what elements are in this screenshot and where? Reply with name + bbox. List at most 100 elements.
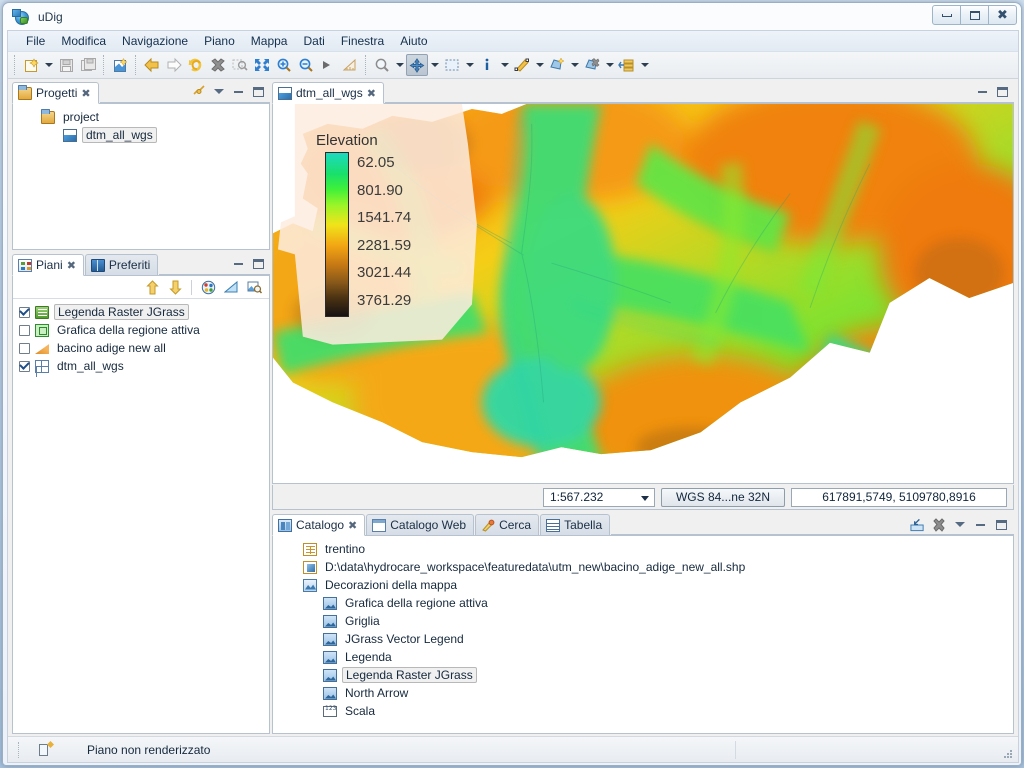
- maximize-button[interactable]: [960, 5, 989, 25]
- forward-arrow-icon[interactable]: [163, 54, 185, 76]
- layer-row-legenda-raster-jgrass[interactable]: Legenda Raster JGrass: [15, 303, 269, 321]
- catalog-row-north-arrow[interactable]: North Arrow: [275, 684, 1013, 702]
- view-menu-icon[interactable]: [952, 517, 967, 532]
- catalog-row-scala[interactable]: Scala: [275, 702, 1013, 720]
- move-layer-down-icon[interactable]: [166, 278, 184, 296]
- minimize-icon[interactable]: [975, 84, 990, 99]
- info-tool-icon[interactable]: [476, 54, 498, 76]
- back-arrow-icon[interactable]: [141, 54, 163, 76]
- menu-aiuto[interactable]: Aiuto: [392, 32, 435, 50]
- layer-row-bacino-adige-new-all[interactable]: bacino adige new all: [15, 339, 269, 357]
- zoom-out-icon[interactable]: [295, 54, 317, 76]
- zoom-in-icon[interactable]: [273, 54, 295, 76]
- edit-geometry-icon[interactable]: [511, 54, 533, 76]
- new-dropdown-arrow[interactable]: [42, 54, 55, 76]
- pan-tool-dropdown-arrow[interactable]: [428, 54, 441, 76]
- remove-icon[interactable]: [931, 517, 946, 532]
- tab-dtm-all-wgs[interactable]: dtm_all_wgs ✖: [272, 82, 384, 104]
- layer-visibility-checkbox[interactable]: [19, 360, 30, 372]
- zoom-tool-dropdown-arrow[interactable]: [393, 54, 406, 76]
- pan-tool-icon[interactable]: [406, 54, 428, 76]
- close-icon[interactable]: ✖: [67, 259, 76, 272]
- new-icon[interactable]: [20, 54, 42, 76]
- stop-render-icon[interactable]: [207, 54, 229, 76]
- catalog-row-shapefile[interactable]: D:\data\hydrocare_workspace\featuredata\…: [275, 558, 1013, 576]
- menu-mappa[interactable]: Mappa: [243, 32, 296, 50]
- tab-catalogo-web[interactable]: Catalogo Web: [366, 514, 475, 535]
- resize-grip[interactable]: [1002, 748, 1014, 760]
- delete-dropdown-arrow[interactable]: [603, 54, 616, 76]
- minimize-icon[interactable]: [973, 517, 988, 532]
- create-dropdown-arrow[interactable]: [568, 54, 581, 76]
- edit-dropdown-arrow[interactable]: [533, 54, 546, 76]
- catalog-row-legenda[interactable]: Legenda: [275, 648, 1013, 666]
- menu-dati[interactable]: Dati: [295, 32, 332, 50]
- zoom-to-layer-icon[interactable]: [245, 278, 263, 296]
- catalog-row-trentino[interactable]: trentino: [275, 540, 1013, 558]
- layer-visibility-checkbox[interactable]: [19, 342, 30, 354]
- move-layer-up-icon[interactable]: [143, 278, 161, 296]
- close-icon[interactable]: ✖: [81, 87, 90, 100]
- map-canvas[interactable]: Elevation 62.05 801.90 1541.74 2281.59 3…: [272, 104, 1014, 484]
- tab-tabella[interactable]: Tabella: [540, 514, 611, 535]
- delete-feature-icon[interactable]: [581, 54, 603, 76]
- pan-step-icon[interactable]: [317, 54, 339, 76]
- tab-piani[interactable]: Piani ✖: [12, 254, 84, 276]
- style-editor-icon[interactable]: [199, 278, 217, 296]
- layer-tools-dropdown-arrow[interactable]: [638, 54, 651, 76]
- catalog-row-griglia[interactable]: Griglia: [275, 612, 1013, 630]
- new-map-icon[interactable]: [109, 54, 131, 76]
- minimize-button[interactable]: [932, 5, 961, 25]
- zoom-selection-icon[interactable]: [229, 54, 251, 76]
- minimize-icon[interactable]: [231, 84, 246, 99]
- catalog-row-grafica-regione[interactable]: Grafica della regione attiva: [275, 594, 1013, 612]
- layer-tools-icon[interactable]: [616, 54, 638, 76]
- transparency-icon[interactable]: [222, 278, 240, 296]
- tab-catalogo[interactable]: Catalogo ✖: [272, 514, 366, 536]
- map-editor: dtm_all_wgs ✖ Elevation 62.05 801.90 154…: [272, 82, 1014, 510]
- add-to-map-icon[interactable]: [910, 517, 925, 532]
- save-all-icon[interactable]: [77, 54, 99, 76]
- save-icon[interactable]: [55, 54, 77, 76]
- view-menu-icon[interactable]: [211, 84, 226, 99]
- layer-row-grafica-regione-attiva[interactable]: Grafica della regione attiva: [15, 321, 269, 339]
- catalog-row-jgrass-vector-legend[interactable]: JGrass Vector Legend: [275, 630, 1013, 648]
- maximize-icon[interactable]: [251, 84, 266, 99]
- layer-row-dtm-all-wgs[interactable]: dtm_all_wgs: [15, 357, 269, 375]
- catalog-tree[interactable]: trentino D:\data\hydrocare_workspace\fea…: [272, 536, 1014, 734]
- close-button[interactable]: ✖: [988, 5, 1017, 25]
- close-icon[interactable]: ✖: [367, 87, 376, 100]
- scale-combo[interactable]: 1:567.232: [542, 487, 655, 507]
- tab-preferiti[interactable]: Preferiti: [84, 254, 159, 275]
- menu-piano[interactable]: Piano: [196, 32, 243, 50]
- refresh-icon[interactable]: [185, 54, 207, 76]
- catalog-row-legenda-raster-jgrass[interactable]: Legenda Raster JGrass: [275, 666, 1013, 684]
- layer-visibility-checkbox[interactable]: [19, 306, 30, 318]
- tree-item-dtm-all-wgs[interactable]: dtm_all_wgs: [15, 126, 269, 144]
- measure-icon[interactable]: [339, 54, 361, 76]
- chevron-down-icon[interactable]: [640, 495, 649, 501]
- zoom-tool-icon[interactable]: [371, 54, 393, 76]
- maximize-icon[interactable]: [251, 256, 266, 271]
- close-icon[interactable]: ✖: [348, 519, 357, 532]
- tab-progetti[interactable]: Progetti ✖: [12, 82, 99, 104]
- menu-modifica[interactable]: Modifica: [53, 32, 114, 50]
- maximize-icon[interactable]: [995, 84, 1010, 99]
- layer-visibility-checkbox[interactable]: [19, 324, 30, 336]
- select-dropdown-arrow[interactable]: [463, 54, 476, 76]
- crs-button[interactable]: WGS 84...ne 32N: [660, 487, 785, 507]
- minimize-icon[interactable]: [231, 256, 246, 271]
- menu-file[interactable]: File: [18, 32, 53, 50]
- tab-cerca[interactable]: Cerca: [475, 514, 540, 535]
- maximize-icon[interactable]: [994, 517, 1009, 532]
- link-with-editor-icon[interactable]: [191, 84, 206, 99]
- info-dropdown-arrow[interactable]: [498, 54, 511, 76]
- create-feature-icon[interactable]: [546, 54, 568, 76]
- select-box-icon[interactable]: [441, 54, 463, 76]
- catalog-row-decorazioni[interactable]: Decorazioni della mappa: [275, 576, 1013, 594]
- tree-item-project[interactable]: project: [15, 108, 269, 126]
- projects-tree[interactable]: project dtm_all_wgs: [12, 104, 270, 250]
- zoom-extent-icon[interactable]: [251, 54, 273, 76]
- menu-navigazione[interactable]: Navigazione: [114, 32, 196, 50]
- menu-finestra[interactable]: Finestra: [333, 32, 392, 50]
